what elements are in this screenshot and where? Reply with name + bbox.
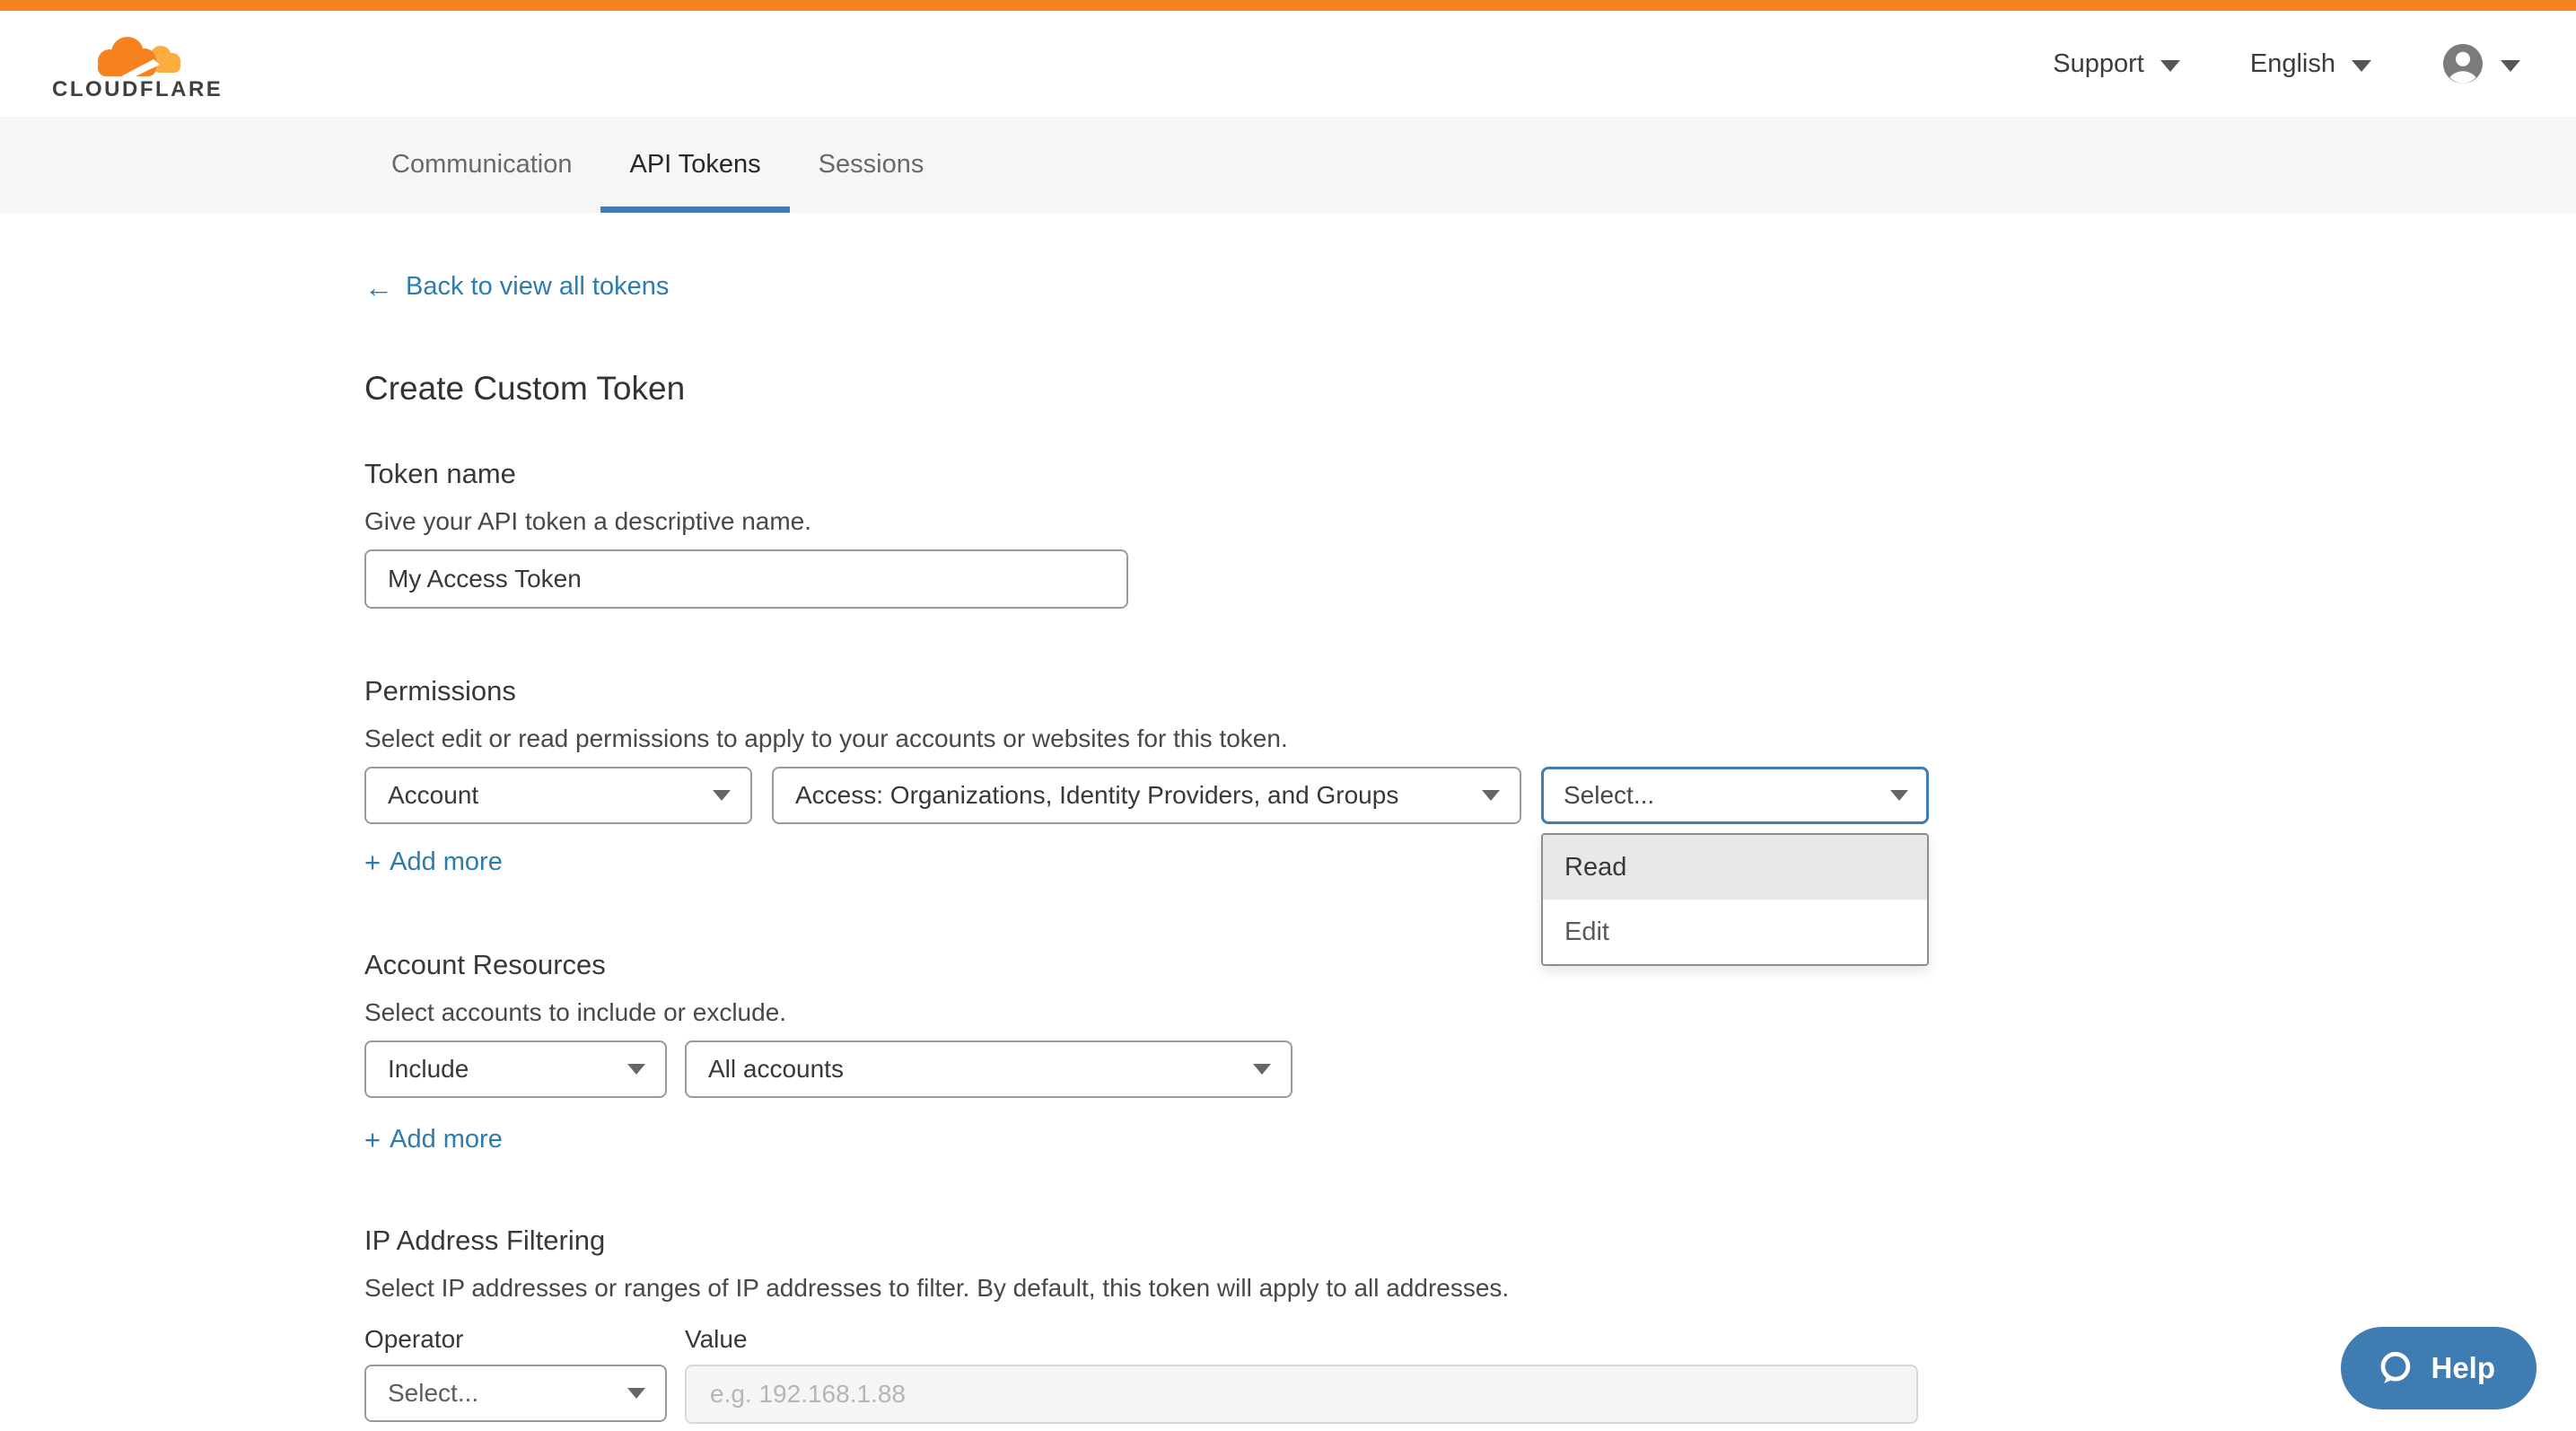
cloudflare-cloud-icon bbox=[87, 33, 188, 78]
chat-bubble-icon bbox=[2375, 1348, 2414, 1388]
arrow-left-icon: ← bbox=[364, 273, 393, 302]
back-link[interactable]: ← Back to view all tokens bbox=[364, 272, 669, 302]
menu-option-edit[interactable]: Edit bbox=[1543, 900, 1927, 964]
brand-accent-bar bbox=[0, 0, 2576, 11]
header-menus: Support English bbox=[2053, 42, 2520, 85]
permissions-row: Account Access: Organizations, Identity … bbox=[364, 767, 2522, 824]
permissions-heading: Permissions bbox=[364, 675, 2522, 707]
permission-group-value: Access: Organizations, Identity Provider… bbox=[795, 781, 1398, 810]
permission-level-menu: Read Edit bbox=[1541, 833, 1929, 966]
ip-operator-select[interactable]: Select... bbox=[364, 1365, 667, 1422]
menu-option-read[interactable]: Read bbox=[1543, 835, 1927, 900]
permission-level-select[interactable]: Select... Read Edit bbox=[1541, 767, 1929, 824]
tab-label: Sessions bbox=[819, 150, 924, 180]
permissions-description: Select edit or read permissions to apply… bbox=[364, 722, 2522, 756]
cloudflare-wordmark: CLOUDFLARE bbox=[52, 79, 223, 101]
account-resources-description: Select accounts to include or exclude. bbox=[364, 996, 2522, 1030]
page: CLOUDFLARE Support English Com bbox=[0, 0, 2576, 1424]
ip-operator-value: Select... bbox=[388, 1379, 478, 1408]
page-title: Create Custom Token bbox=[364, 370, 2522, 408]
account-mode-select[interactable]: Include bbox=[364, 1040, 667, 1098]
caret-down-icon bbox=[1890, 790, 1908, 801]
create-token-form: ← Back to view all tokens Create Custom … bbox=[0, 213, 2576, 1424]
tab-sessions[interactable]: Sessions bbox=[790, 117, 953, 213]
plus-icon: + bbox=[364, 1126, 381, 1154]
help-label: Help bbox=[2431, 1351, 2495, 1385]
support-label: Support bbox=[2053, 49, 2144, 79]
caret-down-icon bbox=[1482, 790, 1500, 801]
ip-filtering-row: Select... bbox=[364, 1365, 2522, 1424]
permissions-add-more-link[interactable]: + Add more bbox=[364, 847, 503, 877]
caret-down-icon bbox=[627, 1388, 645, 1399]
permission-group-select[interactable]: Access: Organizations, Identity Provider… bbox=[772, 767, 1521, 824]
permission-scope-select[interactable]: Account bbox=[364, 767, 752, 824]
token-name-input[interactable] bbox=[364, 549, 1128, 609]
ip-filtering-heading: IP Address Filtering bbox=[364, 1225, 2522, 1257]
caret-down-icon bbox=[2501, 60, 2520, 72]
language-label: English bbox=[2250, 49, 2335, 79]
plus-icon: + bbox=[364, 848, 381, 876]
account-mode-value: Include bbox=[388, 1055, 469, 1084]
account-scope-select[interactable]: All accounts bbox=[685, 1040, 1292, 1098]
caret-down-icon bbox=[627, 1064, 645, 1075]
caret-down-icon bbox=[713, 790, 731, 801]
account-resources-heading: Account Resources bbox=[364, 949, 2522, 981]
caret-down-icon bbox=[2160, 60, 2180, 72]
permission-level-value: Select... bbox=[1564, 781, 1654, 810]
help-button[interactable]: Help bbox=[2341, 1327, 2537, 1409]
tab-communication[interactable]: Communication bbox=[363, 117, 600, 213]
language-menu[interactable]: English bbox=[2250, 49, 2371, 79]
user-avatar-icon bbox=[2441, 42, 2484, 85]
account-resources-row: Include All accounts bbox=[364, 1040, 2522, 1098]
support-menu[interactable]: Support bbox=[2053, 49, 2180, 79]
add-more-label: Add more bbox=[390, 847, 503, 877]
header: CLOUDFLARE Support English bbox=[0, 11, 2576, 117]
cloudflare-logo[interactable]: CLOUDFLARE bbox=[52, 33, 223, 101]
ip-filtering-description: Select IP addresses or ranges of IP addr… bbox=[364, 1271, 2522, 1305]
add-more-label: Add more bbox=[390, 1125, 503, 1154]
token-name-description: Give your API token a descriptive name. bbox=[364, 505, 2522, 539]
tab-label: API Tokens bbox=[629, 150, 760, 180]
caret-down-icon bbox=[1253, 1064, 1271, 1075]
account-scope-value: All accounts bbox=[708, 1055, 844, 1084]
value-label: Value bbox=[685, 1325, 748, 1354]
account-menu[interactable] bbox=[2441, 42, 2520, 85]
tab-label: Communication bbox=[391, 150, 572, 180]
permission-scope-value: Account bbox=[388, 781, 478, 810]
account-resources-add-more-link[interactable]: + Add more bbox=[364, 1125, 503, 1154]
token-name-heading: Token name bbox=[364, 458, 2522, 490]
back-link-label: Back to view all tokens bbox=[406, 272, 669, 302]
profile-tabbar: Communication API Tokens Sessions bbox=[0, 117, 2576, 213]
caret-down-icon bbox=[2352, 60, 2371, 72]
ip-value-input[interactable] bbox=[685, 1365, 1918, 1424]
tab-api-tokens[interactable]: API Tokens bbox=[600, 117, 789, 213]
ip-filtering-labels: Operator Value bbox=[364, 1325, 2522, 1354]
operator-label: Operator bbox=[364, 1325, 685, 1354]
